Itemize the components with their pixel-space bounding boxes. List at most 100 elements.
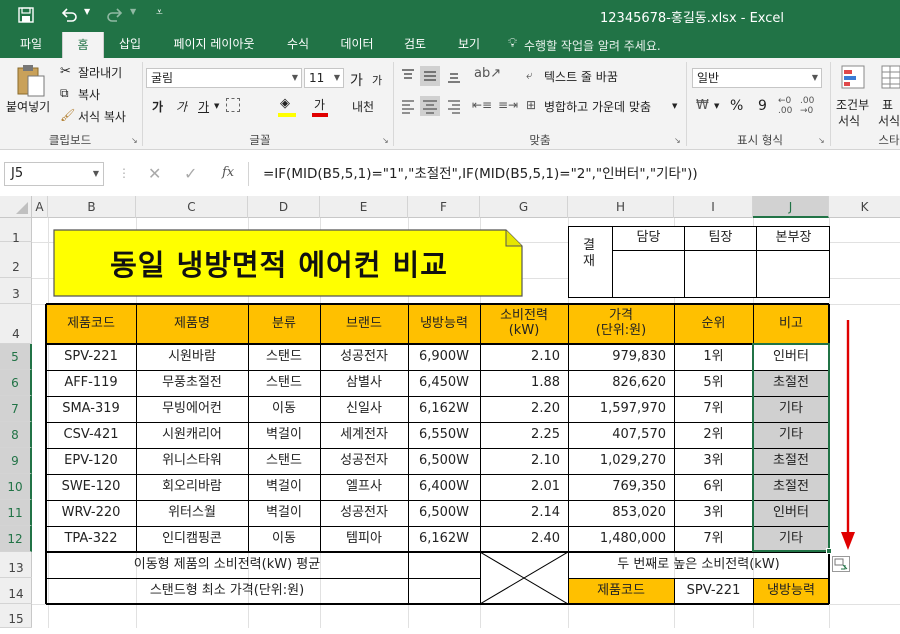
table-cell[interactable]: 스탠드 (248, 344, 320, 370)
percent-button[interactable]: % (730, 98, 743, 114)
table-cell[interactable]: 스탠드 (248, 448, 320, 474)
font-color-button[interactable]: 가 (314, 96, 325, 113)
format-table-icon[interactable] (880, 64, 900, 90)
row-header-15[interactable]: 15 (0, 604, 32, 628)
table-header-cell[interactable]: 비고 (753, 304, 829, 344)
increase-indent-icon[interactable]: ≡⇥ (498, 98, 518, 112)
row-header-5[interactable]: 5 (0, 344, 32, 370)
format-table-button[interactable]: 표 (882, 96, 893, 113)
tab-file[interactable]: 파일 (8, 30, 54, 58)
phonetic-button[interactable]: 내천 (352, 98, 374, 115)
table-cell[interactable]: WRV-220 (46, 500, 136, 526)
table-cell[interactable]: 이동 (248, 396, 320, 422)
currency-icon[interactable]: ₩ (696, 98, 709, 113)
col-header-g[interactable]: G (480, 196, 568, 218)
col-header-k[interactable]: K (829, 196, 900, 218)
row-header-10[interactable]: 10 (0, 474, 32, 500)
table-cell[interactable]: 2위 (674, 422, 753, 448)
table-header-cell[interactable]: 제품명 (136, 304, 248, 344)
number-format-combo[interactable]: 일반 ▼ (692, 68, 822, 88)
number-launcher-icon[interactable]: ↘ (818, 136, 825, 145)
grow-font-button[interactable]: 가 (350, 70, 363, 90)
cut-button[interactable]: 잘라내기 (78, 64, 122, 81)
table-header-cell[interactable]: 냉방능력 (408, 304, 480, 344)
fill-handle[interactable] (826, 548, 832, 554)
col-header-e[interactable]: E (320, 196, 408, 218)
table-cell[interactable]: 2.20 (480, 396, 568, 422)
table-cell[interactable]: 1,480,000 (568, 526, 674, 552)
row-header-3[interactable]: 3 (0, 278, 32, 304)
tab-data[interactable]: 데이터 (330, 30, 384, 58)
table-cell[interactable]: 7위 (674, 526, 753, 552)
table-cell[interactable]: 2.14 (480, 500, 568, 526)
table-cell[interactable]: SMA-319 (46, 396, 136, 422)
align-left-icon[interactable] (400, 98, 416, 114)
format-table-button-2[interactable]: 서식 (878, 112, 900, 129)
table-cell[interactable]: 스탠드 (248, 370, 320, 396)
table-cell[interactable]: 벽걸이 (248, 422, 320, 448)
col-header-f[interactable]: F (408, 196, 480, 218)
table-cell[interactable]: 템피아 (320, 526, 408, 552)
tab-view[interactable]: 보기 (446, 30, 492, 58)
table-cell[interactable]: 769,350 (568, 474, 674, 500)
selection-range[interactable] (752, 343, 830, 552)
decrease-indent-icon[interactable]: ⇤≡ (472, 98, 492, 112)
row-header-14[interactable]: 14 (0, 578, 32, 604)
bold-button[interactable]: 가 (152, 98, 163, 115)
orientation-icon[interactable]: ab↗ (474, 66, 501, 81)
currency-dropdown-icon[interactable]: ▼ (714, 102, 719, 110)
conditional-format-icon[interactable] (840, 64, 866, 90)
table-cell[interactable]: EPV-120 (46, 448, 136, 474)
save-icon[interactable] (18, 7, 34, 23)
table-cell[interactable]: CSV-421 (46, 422, 136, 448)
table-header-cell[interactable]: 가격 (단위:원) (568, 304, 674, 344)
col-header-d[interactable]: D (248, 196, 320, 218)
row-header-6[interactable]: 6 (0, 370, 32, 396)
cancel-icon[interactable]: ✕ (148, 164, 161, 183)
table-cell[interactable]: 1.88 (480, 370, 568, 396)
table-cell[interactable]: 시원캐리어 (136, 422, 248, 448)
table-cell[interactable]: 6,500W (408, 500, 480, 526)
summary-value[interactable] (408, 552, 480, 578)
row-header-11[interactable]: 11 (0, 500, 32, 526)
merge-center-button[interactable]: 병합하고 가운데 맞춤 (544, 98, 651, 115)
conditional-format-button-2[interactable]: 서식 (838, 112, 860, 129)
increase-decimal-icon[interactable]: ←0.00 (778, 96, 792, 116)
formula-input[interactable]: =IF(MID(B5,5,1)="1","초절전",IF(MID(B5,5,1)… (248, 162, 900, 186)
enter-icon[interactable]: ✓ (184, 164, 197, 183)
table-cell[interactable]: 3위 (674, 448, 753, 474)
table-header-cell[interactable]: 소비전력 (kW) (480, 304, 568, 344)
col-header-j[interactable]: J (753, 196, 829, 218)
table-cell[interactable]: 삼별사 (320, 370, 408, 396)
table-cell[interactable]: 성공전자 (320, 448, 408, 474)
col-header-c[interactable]: C (136, 196, 248, 218)
row-header-7[interactable]: 7 (0, 396, 32, 422)
row-header-1[interactable]: 1 (0, 218, 32, 245)
table-cell[interactable]: AFF-119 (46, 370, 136, 396)
select-all-corner[interactable] (0, 196, 32, 218)
format-painter-button[interactable]: 서식 복사 (78, 108, 126, 125)
align-middle-icon[interactable] (420, 66, 440, 86)
table-cell[interactable]: 2.10 (480, 448, 568, 474)
table-cell[interactable]: 시원바람 (136, 344, 248, 370)
worksheet-grid[interactable]: 동일 냉방면적 에어컨 비교 결재 담당 팀장 본부장 제품코드 제품명 분류 브랜드… (32, 218, 900, 628)
table-cell[interactable]: 이동 (248, 526, 320, 552)
table-cell[interactable]: SWE-120 (46, 474, 136, 500)
table-cell[interactable]: 826,620 (568, 370, 674, 396)
tab-insert[interactable]: 삽입 (108, 30, 152, 58)
row-header-8[interactable]: 8 (0, 422, 32, 448)
table-cell[interactable]: 979,830 (568, 344, 674, 370)
font-launcher-icon[interactable]: ↘ (382, 136, 389, 145)
table-cell[interactable]: 세계전자 (320, 422, 408, 448)
undo-icon[interactable] (60, 6, 78, 24)
customize-qat-icon[interactable]: ⩡ (156, 5, 163, 20)
table-cell[interactable]: 6위 (674, 474, 753, 500)
merge-center-icon[interactable]: ⊞ (526, 98, 536, 112)
table-cell[interactable]: 6,162W (408, 396, 480, 422)
table-cell[interactable]: 2.40 (480, 526, 568, 552)
table-cell[interactable]: 신일사 (320, 396, 408, 422)
alignment-launcher-icon[interactable]: ↘ (674, 136, 681, 145)
table-cell[interactable]: 2.10 (480, 344, 568, 370)
row-header-9[interactable]: 9 (0, 448, 32, 474)
table-cell[interactable]: 853,020 (568, 500, 674, 526)
